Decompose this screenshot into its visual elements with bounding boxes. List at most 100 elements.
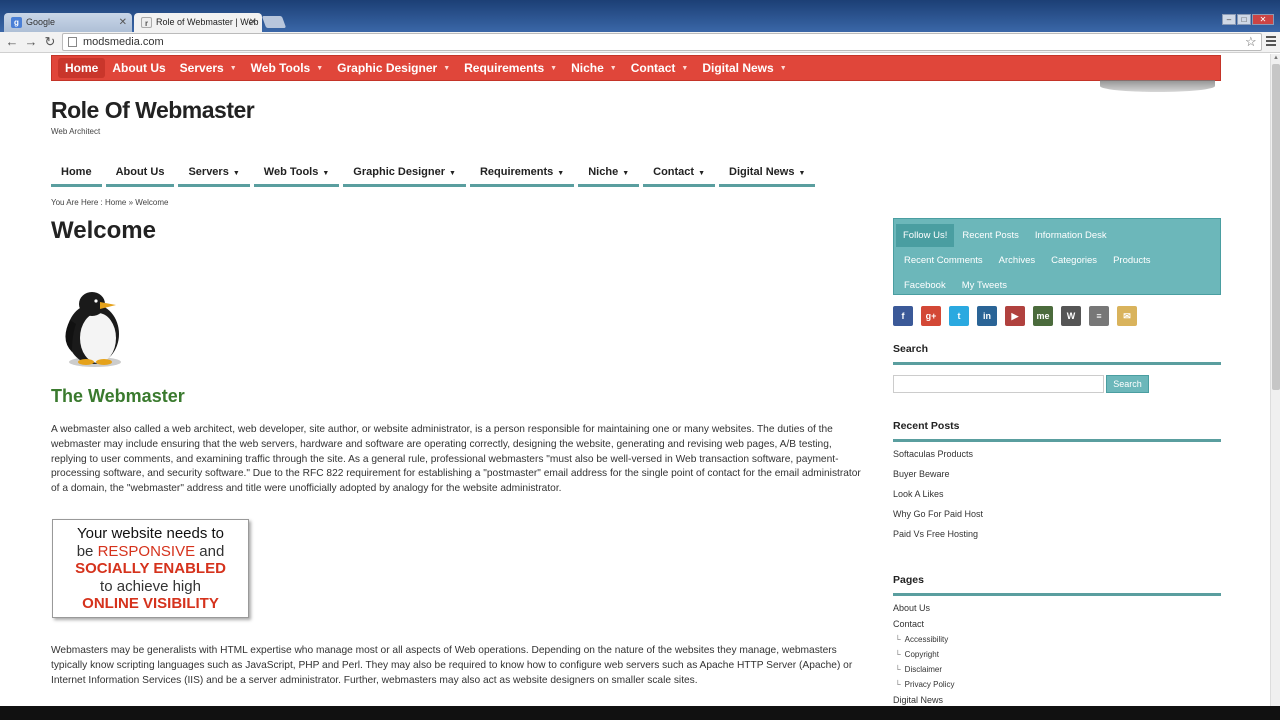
page-link[interactable]: └ Accessibility bbox=[893, 635, 954, 650]
chevron-down-icon: ▼ bbox=[316, 65, 324, 73]
maximize-icon[interactable]: □ bbox=[1237, 14, 1251, 25]
tab-information-desk[interactable]: Information Desk bbox=[1027, 230, 1115, 241]
close-tab-icon[interactable]: ✕ bbox=[249, 13, 257, 32]
tab-products[interactable]: Products bbox=[1105, 255, 1159, 266]
tab-title: Role of Webmaster | Web bbox=[156, 17, 259, 27]
nav-item-servers[interactable]: Servers ▼ bbox=[178, 163, 250, 187]
breadcrumb-prefix: You Are Here : bbox=[51, 198, 103, 207]
twitter-icon[interactable]: t bbox=[949, 306, 969, 326]
reload-icon[interactable]: ↻ bbox=[42, 34, 58, 50]
topnav-item-graphic-designer[interactable]: Graphic Designer ▼ bbox=[330, 61, 457, 75]
recent-post-link[interactable]: Softaculas Products bbox=[893, 449, 983, 469]
topnav-item-home[interactable]: Home bbox=[58, 58, 106, 78]
tab-facebook[interactable]: Facebook bbox=[896, 280, 954, 291]
chevron-down-icon: ▼ bbox=[550, 65, 558, 73]
tab-categories[interactable]: Categories bbox=[1043, 255, 1105, 266]
browser-menu-icon[interactable] bbox=[1266, 36, 1276, 48]
linkedin-icon[interactable]: in bbox=[977, 306, 997, 326]
tab-my-tweets[interactable]: My Tweets bbox=[954, 280, 1015, 291]
page-favicon-icon: r bbox=[141, 17, 152, 28]
breadcrumb-home-link[interactable]: Home bbox=[105, 198, 126, 207]
forward-arrow-icon[interactable]: → bbox=[23, 34, 39, 50]
topnav-item-servers[interactable]: Servers ▼ bbox=[173, 61, 244, 75]
nav-shadow bbox=[1100, 80, 1215, 92]
page-link-label: About Us bbox=[893, 603, 931, 613]
browser-tab-role-of-webmaster[interactable]: r Role of Webmaster | Web ✕ bbox=[134, 13, 262, 32]
banner-line: SOCIALLY ENABLED bbox=[75, 560, 226, 577]
address-text: modsmedia.com bbox=[83, 36, 164, 48]
youtube-icon[interactable]: ▶ bbox=[1005, 306, 1025, 326]
browser-toolbar: ← → ↻ modsmedia.com ☆ bbox=[0, 32, 1280, 53]
topnav-item-web-tools[interactable]: Web Tools ▼ bbox=[244, 61, 331, 75]
penguin-image bbox=[65, 292, 121, 367]
recent-posts-list: Softaculas Products Buyer Beware Look A … bbox=[893, 449, 983, 549]
recent-post-link[interactable]: Buyer Beware bbox=[893, 469, 983, 489]
recent-post-link[interactable]: Look A Likes bbox=[893, 489, 983, 509]
chevron-down-icon: ▼ bbox=[322, 170, 330, 177]
aboutme-icon[interactable]: me bbox=[1033, 306, 1053, 326]
tab-recent-comments[interactable]: Recent Comments bbox=[896, 255, 991, 266]
nav-item-graphic-designer[interactable]: Graphic Designer ▼ bbox=[343, 163, 466, 187]
close-window-icon[interactable]: ✕ bbox=[1252, 14, 1274, 25]
page-link-label: Privacy Policy bbox=[904, 680, 955, 689]
email-icon[interactable]: ✉ bbox=[1117, 306, 1137, 326]
nav-item-contact[interactable]: Contact ▼ bbox=[643, 163, 716, 187]
page-title: Welcome bbox=[51, 217, 156, 244]
chevron-down-icon: ▼ bbox=[622, 170, 630, 177]
page-link[interactable]: └ Copyright bbox=[893, 650, 954, 665]
wordpress-icon[interactable]: W bbox=[1061, 306, 1081, 326]
nav-item-web-tools[interactable]: Web Tools ▼ bbox=[253, 163, 340, 187]
topnav-item-requirements[interactable]: Requirements ▼ bbox=[457, 61, 564, 75]
tab-follow-us[interactable]: Follow Us! bbox=[896, 224, 955, 247]
recent-post-link[interactable]: Paid Vs Free Hosting bbox=[893, 529, 983, 549]
back-arrow-icon[interactable]: ← bbox=[4, 34, 20, 50]
tab-recent-posts[interactable]: Recent Posts bbox=[954, 230, 1027, 241]
chevron-down-icon: ▼ bbox=[779, 65, 787, 73]
site-title[interactable]: Role Of Webmaster bbox=[51, 97, 255, 124]
close-tab-icon[interactable]: ✕ bbox=[119, 13, 127, 32]
minimize-icon[interactable]: – bbox=[1222, 14, 1236, 25]
page-link-label: Disclaimer bbox=[904, 665, 943, 674]
page-link-label: Accessibility bbox=[904, 635, 949, 644]
taskbar-strip bbox=[0, 706, 1280, 720]
tree-branch-icon: └ bbox=[895, 665, 901, 674]
page-scrollbar[interactable]: ▲ bbox=[1270, 54, 1280, 720]
google-plus-icon[interactable]: g+ bbox=[921, 306, 941, 326]
search-heading: Search bbox=[893, 343, 1221, 365]
page-link[interactable]: Contact bbox=[893, 619, 954, 635]
page-link[interactable]: About Us bbox=[893, 603, 954, 619]
bookmark-star-icon[interactable]: ☆ bbox=[1245, 34, 1257, 50]
banner-line: be RESPONSIVE and bbox=[53, 543, 248, 561]
scrollbar-thumb[interactable] bbox=[1272, 64, 1280, 390]
facebook-icon[interactable]: f bbox=[893, 306, 913, 326]
recent-post-link[interactable]: Why Go For Paid Host bbox=[893, 509, 983, 529]
page-link[interactable]: └ Privacy Policy bbox=[893, 680, 954, 695]
tab-archives[interactable]: Archives bbox=[991, 255, 1043, 266]
tab-title: Google bbox=[26, 17, 56, 27]
nav-item-requirements[interactable]: Requirements ▼ bbox=[469, 163, 575, 187]
address-bar[interactable]: modsmedia.com bbox=[62, 33, 1262, 51]
page-link-label: Digital News bbox=[893, 695, 944, 705]
tree-branch-icon: └ bbox=[895, 650, 901, 659]
topnav-item-digital-news[interactable]: Digital News ▼ bbox=[695, 61, 793, 75]
google-favicon-icon: g bbox=[11, 17, 22, 28]
chevron-down-icon: ▼ bbox=[232, 170, 240, 177]
nav-item-niche[interactable]: Niche ▼ bbox=[578, 163, 640, 187]
nav-item-home[interactable]: Home bbox=[51, 163, 102, 187]
topnav-item-about-us[interactable]: About Us bbox=[105, 61, 172, 75]
search-input[interactable] bbox=[893, 375, 1104, 393]
banner-line: ONLINE VISIBILITY bbox=[82, 595, 219, 612]
banner-text: be bbox=[76, 542, 98, 560]
browser-tab-google[interactable]: g Google ✕ bbox=[4, 13, 132, 32]
scroll-up-icon[interactable]: ▲ bbox=[1273, 55, 1279, 61]
topnav-item-niche[interactable]: Niche ▼ bbox=[564, 61, 624, 75]
search-button[interactable]: Search bbox=[1106, 375, 1149, 393]
topnav-item-contact[interactable]: Contact ▼ bbox=[624, 61, 696, 75]
banner-text: RESPONSIVE bbox=[97, 542, 196, 560]
feed-icon[interactable]: ≡ bbox=[1089, 306, 1109, 326]
nav-item-about-us[interactable]: About Us bbox=[105, 163, 175, 187]
tree-branch-icon: └ bbox=[895, 635, 901, 644]
new-tab-button[interactable] bbox=[261, 16, 287, 28]
page-link[interactable]: └ Disclaimer bbox=[893, 665, 954, 680]
nav-item-digital-news[interactable]: Digital News ▼ bbox=[719, 163, 816, 187]
